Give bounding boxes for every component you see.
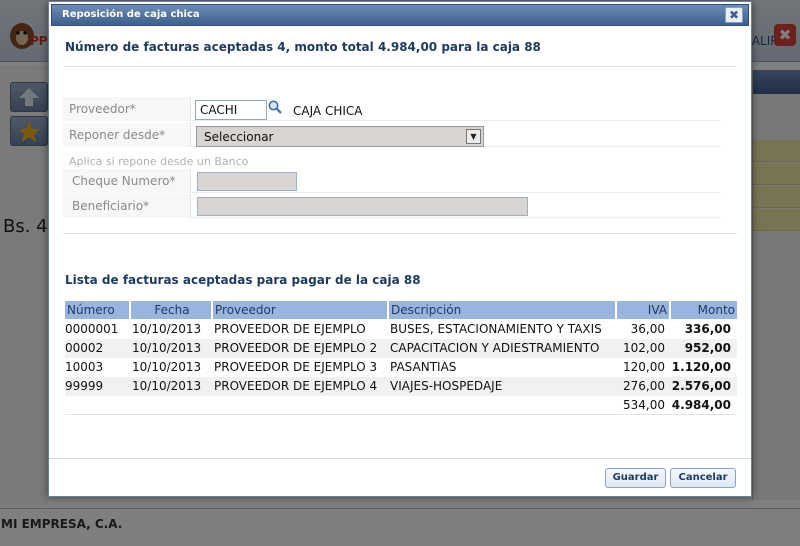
dialog-titlebar: Reposición de caja chica ✖ — [51, 4, 749, 26]
col-header-fecha: Fecha — [131, 301, 213, 319]
dialog-title: Reposición de caja chica — [62, 9, 200, 20]
dialog-close-button[interactable]: ✖ — [725, 7, 743, 23]
beneficiario-input[interactable] — [197, 197, 528, 216]
table-row: 00002 10/10/2013 PROVEEDOR DE EJEMPLO 2 … — [65, 339, 737, 358]
cell-numero: 10003 — [65, 360, 104, 374]
cell-descripcion: CAPACITACION Y ADIESTRAMIENTO — [390, 341, 600, 355]
cell-monto: 1.120,00 — [671, 360, 731, 374]
invoices-table: Número Fecha Proveedor Descripción IVA M… — [65, 301, 737, 415]
cell-proveedor: PROVEEDOR DE EJEMPLO — [214, 322, 366, 336]
beneficiario-label: Beneficiario* — [72, 199, 150, 213]
footer-divider — [49, 458, 751, 459]
cheque-label: Cheque Numero* — [72, 174, 176, 188]
cell-descripcion: VIAJES-HOSPEDAJE — [390, 379, 503, 393]
cell-monto: 952,00 — [684, 341, 731, 355]
divider — [63, 66, 737, 67]
col-header-monto: Monto — [671, 301, 737, 319]
col-header-proveedor: Proveedor — [213, 301, 389, 319]
table-header: Número Fecha Proveedor Descripción IVA M… — [65, 301, 737, 320]
label-cell: Cheque Numero* — [63, 169, 191, 193]
cheque-row: Cheque Numero* — [63, 169, 721, 193]
cell-descripcion: PASANTIAS — [390, 360, 457, 374]
proveedor-label: Proveedor* — [69, 102, 136, 116]
bank-hint: Aplica si repone desde un Banco — [69, 155, 249, 168]
cell-fecha: 10/10/2013 — [132, 379, 202, 393]
reponer-label: Reponer desde* — [69, 128, 166, 142]
total-iva: 534,00 — [623, 398, 665, 412]
cell-iva: 102,00 — [623, 341, 665, 355]
cell-fecha: 10/10/2013 — [132, 341, 202, 355]
table-row: 10003 10/10/2013 PROVEEDOR DE EJEMPLO 3 … — [65, 358, 737, 377]
petty-cash-dialog: Reposición de caja chica ✖ Número de fac… — [48, 1, 752, 497]
cell-proveedor: PROVEEDOR DE EJEMPLO 3 — [214, 360, 378, 374]
cell-monto: 336,00 — [684, 322, 731, 336]
cell-numero: 99999 — [65, 379, 104, 393]
reponer-select[interactable]: Seleccionar ▼ — [196, 126, 484, 147]
table-row: 99999 10/10/2013 PROVEEDOR DE EJEMPLO 4 … — [65, 377, 737, 396]
table-total-row: 534,00 4.984,00 — [65, 396, 737, 415]
col-header-numero: Número — [65, 301, 131, 319]
label-cell: Proveedor* — [63, 97, 191, 121]
invoice-list-heading: Lista de facturas aceptadas para pagar d… — [65, 273, 421, 287]
label-cell: Beneficiario* — [63, 194, 191, 218]
cell-fecha: 10/10/2013 — [132, 360, 202, 374]
cell-descripcion: BUSES, ESTACIONAMIENTO Y TAXIS — [390, 322, 602, 336]
cell-numero: 00002 — [65, 341, 104, 355]
divider — [63, 233, 737, 234]
cell-iva: 36,00 — [630, 322, 665, 336]
total-monto: 4.984,00 — [671, 398, 731, 412]
cell-fecha: 10/10/2013 — [132, 322, 202, 336]
cell-iva: 120,00 — [623, 360, 665, 374]
proveedor-row: Proveedor* — [63, 97, 721, 121]
search-icon[interactable] — [267, 99, 283, 115]
summary-heading: Número de facturas aceptadas 4, monto to… — [65, 40, 541, 54]
cell-iva: 276,00 — [623, 379, 665, 393]
table-row: 0000001 10/10/2013 PROVEEDOR DE EJEMPLO … — [65, 320, 737, 339]
reponer-selected-value: Seleccionar — [204, 130, 274, 144]
chevron-down-icon[interactable]: ▼ — [466, 129, 481, 144]
col-header-iva: IVA — [617, 301, 671, 319]
cell-numero: 0000001 — [65, 322, 119, 336]
col-header-descripcion: Descripción — [389, 301, 617, 319]
proveedor-code-input[interactable]: CACHI — [195, 100, 267, 120]
cheque-number-input[interactable] — [197, 172, 297, 191]
save-button[interactable]: Guardar — [605, 468, 666, 488]
cancel-button[interactable]: Cancelar — [670, 468, 736, 488]
label-cell: Reponer desde* — [63, 123, 191, 147]
cell-proveedor: PROVEEDOR DE EJEMPLO 2 — [214, 341, 378, 355]
proveedor-name: CAJA CHICA — [293, 104, 363, 118]
cell-proveedor: PROVEEDOR DE EJEMPLO 4 — [214, 379, 378, 393]
cell-monto: 2.576,00 — [671, 379, 731, 393]
